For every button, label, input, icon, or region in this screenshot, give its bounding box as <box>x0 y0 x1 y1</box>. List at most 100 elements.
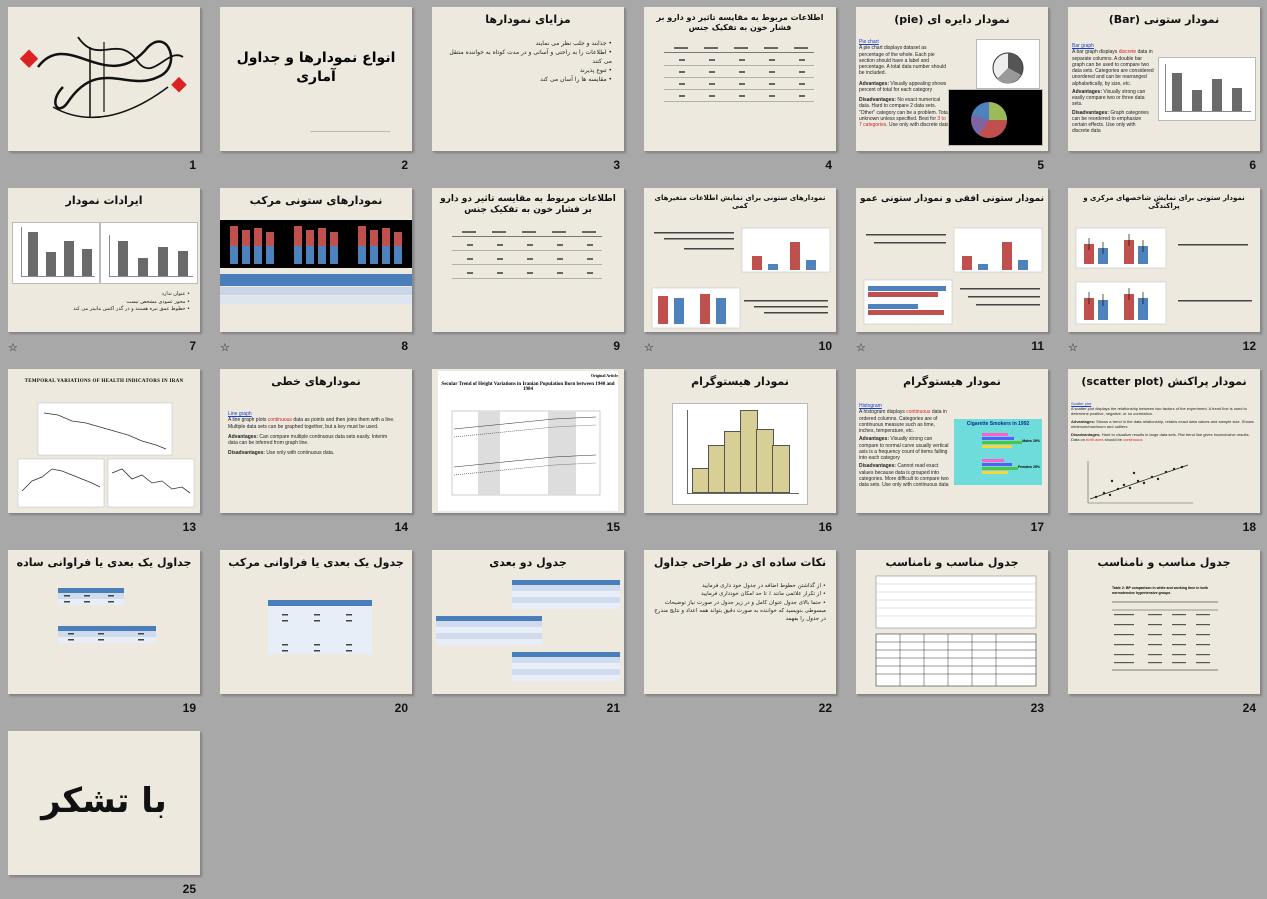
slide-5: نمودار دایره ای (pie) Pie chart A pie ch… <box>856 7 1048 151</box>
slide-thumbnail-7[interactable]: ایرادات نمودار • عنوان ندارد • محور عمود… <box>8 188 200 360</box>
caption-table <box>220 274 412 304</box>
slide-thumbnail-24[interactable]: جدول مناسب و نامناسب Table 2: BP compari… <box>1068 550 1260 722</box>
slide-7: ایرادات نمودار • عنوان ندارد • محور عمود… <box>8 188 200 332</box>
slide-number: 21 <box>606 701 620 715</box>
slide-thumbnail-6[interactable]: نمودار ستونی (Bar) Bar graph A bar graph… <box>1068 7 1260 179</box>
bullet-item: • از تکرار علائمی مانند ٪ تا حد امکان خو… <box>701 591 826 598</box>
inset-label-females: Females 25% <box>1018 465 1040 469</box>
definition-text: A pie chart displays dataset as percenta… <box>859 45 947 77</box>
transition-star-icon[interactable]: ☆ <box>1068 342 1078 353</box>
data-table-graphic <box>664 47 814 102</box>
cigarette-histogram-inset: Cigarette Smokers in 1992 Males 29% Fema… <box>954 419 1042 485</box>
transition-star-icon[interactable]: ☆ <box>644 342 654 353</box>
slide-number: 23 <box>1030 701 1044 715</box>
bar-chart <box>1158 57 1256 121</box>
slide-thumbnail-2[interactable]: انواع نمودارها و جداول آماری 2 <box>220 7 412 179</box>
slide-number: 20 <box>394 701 408 715</box>
inset-label-males: Males 29% <box>1022 439 1040 443</box>
slide-title: نمودارهای ستونی مرکب <box>249 194 383 207</box>
slide-number: 22 <box>818 701 832 715</box>
slide-sorter-view: { "app": { "view": "slide-sorter" }, "sl… <box>0 0 1267 899</box>
slide-number: 13 <box>182 520 196 534</box>
slide-title: نمودار ستونی (Bar) <box>1108 13 1220 26</box>
slide-body: Pie chart A pie chart displays dataset a… <box>859 39 949 128</box>
slide-thumbnail-13[interactable]: TEMPORAL VARIATIONS OF HEALTH INDICATORS… <box>8 369 200 541</box>
two-way-tables <box>436 580 620 681</box>
slide-4: اطلاعات مربوط به مقایسه تاثیر دو دارو بر… <box>644 7 836 151</box>
slide-body: Line graph A line graph plots continuous… <box>228 411 398 457</box>
bullet-item: • محور عمودی مشخص نیست <box>126 298 190 305</box>
slide-thumbnail-9[interactable]: اطلاعات مربوط به مقایسه تاثیر دو دارو بر… <box>432 188 624 360</box>
bullet-item: • خطوط عمق نیره هستند و در گذر اکنس مانی… <box>73 306 190 312</box>
data-table-graphic <box>452 231 602 279</box>
slide-number: 6 <box>1249 158 1256 172</box>
slide-title: نمودار هیستوگرام <box>691 375 789 388</box>
bullet-item: • جذابند و جلب نظر می نمایند <box>535 40 612 47</box>
slide-8: نمودارهای ستونی مرکب <box>220 188 412 332</box>
slide-12: نمودار ستونی برای نمایش شاخصهای مرکزی و … <box>1068 188 1260 332</box>
slide-thumbnail-8[interactable]: نمودارهای ستونی مرکب ☆ 8 <box>220 188 412 360</box>
slide-number: 18 <box>1242 520 1256 534</box>
slide-title: انواع نمودارها و جداول آماری <box>236 50 396 85</box>
slide-number: 8 <box>401 339 408 353</box>
transition-star-icon[interactable]: ☆ <box>220 342 230 353</box>
article-figure: Original Article Secular Trend of Height… <box>438 371 618 511</box>
slide-thumbnail-10[interactable]: نمودارهای ستونی برای نمایش اطلاعات متغیر… <box>644 188 836 360</box>
compound-frequency-table <box>268 600 372 654</box>
bullet-list: • از گذاشتن خطوط اضافه در جدول خود داری … <box>652 582 826 623</box>
simple-frequency-tables <box>58 588 156 643</box>
slide-thumbnail-25[interactable]: با تشکر 25 <box>8 731 200 896</box>
slide-number: 9 <box>613 339 620 353</box>
slide-thumbnail-5[interactable]: نمودار دایره ای (pie) Pie chart A pie ch… <box>856 7 1048 179</box>
slide-title: نمودار دایره ای (pie) <box>894 13 1010 26</box>
slide-22: نکات ساده ای در طراحی جداول • از گذاشتن … <box>644 550 836 694</box>
bullet-item: • از گذاشتن خطوط اضافه در جدول خود داری … <box>702 583 826 589</box>
thanks-title: با تشکر <box>41 781 167 821</box>
slide-thumbnail-21[interactable]: جدول دو بعدی 21 <box>432 550 624 722</box>
slide-9: اطلاعات مربوط به مقایسه تاثیر دو دارو بر… <box>432 188 624 332</box>
slide-number: 5 <box>1037 158 1044 172</box>
slide-25: با تشکر <box>8 731 200 875</box>
bullet-list: • عنوان ندارد • محور عمودی مشخص نیست • خ… <box>20 291 190 314</box>
slide-number: 2 <box>401 158 408 172</box>
slide-21: جدول دو بعدی <box>432 550 624 694</box>
slide-14: نمودارهای خطی Line graph A line graph pl… <box>220 369 412 513</box>
transition-star-icon[interactable]: ☆ <box>8 342 18 353</box>
definition-text: A line graph plots continuous data as po… <box>228 417 395 430</box>
transition-star-icon[interactable]: ☆ <box>856 342 866 353</box>
slide-thumbnail-22[interactable]: نکات ساده ای در طراحی جداول • از گذاشتن … <box>644 550 836 722</box>
slide-thumbnail-17[interactable]: نمودار هیستوگرام Histogram A histogram d… <box>856 369 1048 541</box>
bullet-item: • عنوان ندارد <box>161 291 190 297</box>
slide-thumbnail-3[interactable]: مزایای نمودارها • جذابند و جلب نظر می نم… <box>432 7 624 179</box>
good-bad-tables <box>875 575 1037 687</box>
slide-thumbnail-18[interactable]: نمودار پراکنش (scatter plot) Scatter plo… <box>1068 369 1260 541</box>
pie-chart-color <box>948 89 1043 146</box>
slide-number: 7 <box>189 339 196 353</box>
scatter-plot <box>1087 461 1193 504</box>
slide-thumbnail-20[interactable]: جدول یک بعدی یا فراوانی مرکب 20 <box>220 550 412 722</box>
slide-6: نمودار ستونی (Bar) Bar graph A bar graph… <box>1068 7 1260 151</box>
slide-thumbnail-14[interactable]: نمودارهای خطی Line graph A line graph pl… <box>220 369 412 541</box>
bullet-item: • اطلاعات را به راحتی و آسانی و در مدت ک… <box>449 49 612 65</box>
slide-thumbnail-4[interactable]: اطلاعات مربوط به مقایسه تاثیر دو دارو بر… <box>644 7 836 179</box>
slide-number: 25 <box>182 882 196 896</box>
slide-number: 24 <box>1242 701 1256 715</box>
slide-thumbnail-16[interactable]: نمودار هیستوگرام 16 <box>644 369 836 541</box>
horizontal-vertical-bar-charts <box>863 227 1043 325</box>
slide-number: 12 <box>1242 339 1256 353</box>
slide-title: نمودارهای خطی <box>271 375 361 388</box>
slide-number: 10 <box>818 339 832 353</box>
slide-thumbnail-19[interactable]: جداول یک بعدی یا فراوانی ساده 19 <box>8 550 200 722</box>
bullet-list: • جذابند و جلب نظر می نمایند • اطلاعات ر… <box>444 39 612 84</box>
slide-thumbnail-11[interactable]: نمودار ستونی افقی و نمودار ستونی عمودی ☆… <box>856 188 1048 360</box>
slide-thumbnail-12[interactable]: نمودار ستونی برای نمایش شاخصهای مرکزی و … <box>1068 188 1260 360</box>
bullet-item: • تنوع پذیرند <box>579 67 612 74</box>
slide-thumbnail-23[interactable]: جدول مناسب و نامناسب 23 <box>856 550 1048 722</box>
slide-title: نکات ساده ای در طراحی جداول <box>653 556 827 569</box>
slide-thumbnail-15[interactable]: Original Article Secular Trend of Height… <box>432 369 624 541</box>
slide-1 <box>8 7 200 151</box>
slide-thumbnail-1[interactable]: 1 <box>8 7 200 179</box>
slide-10: نمودارهای ستونی برای نمایش اطلاعات متغیر… <box>644 188 836 332</box>
slide-18: نمودار پراکنش (scatter plot) Scatter plo… <box>1068 369 1260 513</box>
slide-number: 19 <box>182 701 196 715</box>
